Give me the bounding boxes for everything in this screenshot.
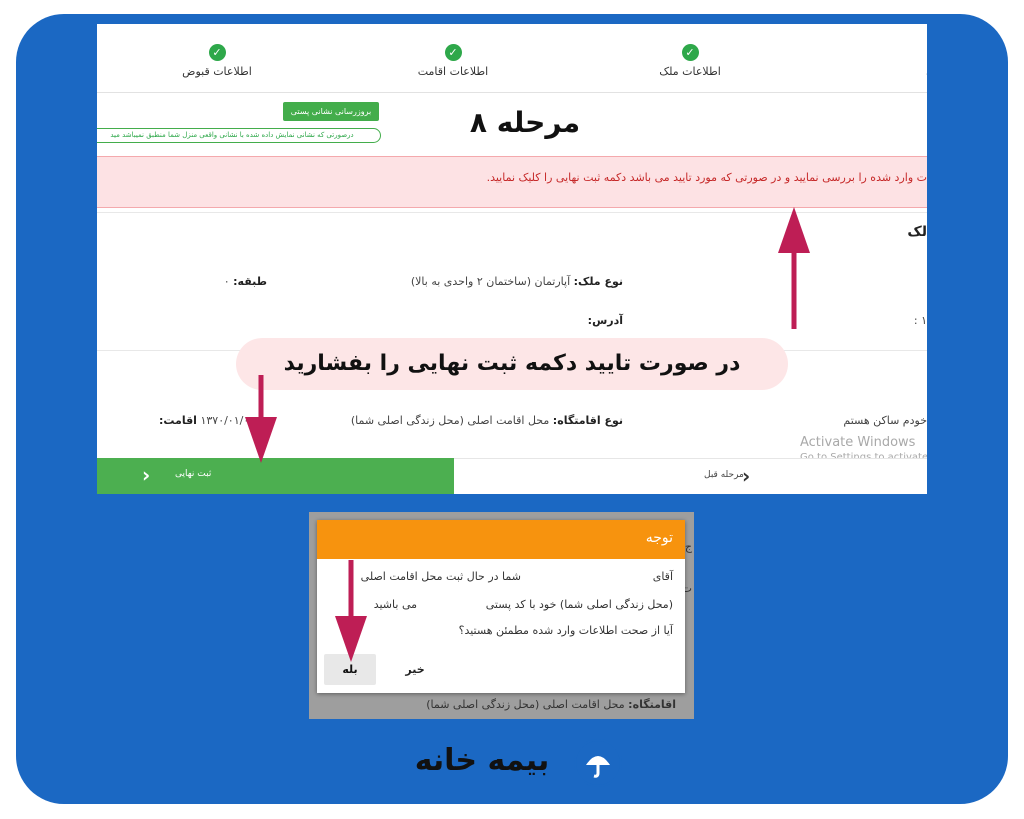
property-type-value: آپارتمان (ساختمان ۲ واحدی به بالا) <box>410 275 571 288</box>
previous-step-button[interactable]: مرحله قبل ‹ <box>454 458 927 494</box>
floor-value: ۰ <box>223 275 230 288</box>
cut-value: ۱ : <box>913 314 927 327</box>
residence-type-label: نوع اقامتگاه: <box>552 414 623 427</box>
property-type-label: نوع ملک: <box>573 275 623 288</box>
review-alert: ت وارد شده را بررسی نمایید و در صورتی که… <box>97 156 927 208</box>
step-title: مرحله ۸ <box>469 106 581 139</box>
dialog-text: آقای <box>652 570 673 583</box>
alert-text: ت وارد شده را بررسی نمایید و در صورتی که… <box>486 171 927 184</box>
progress-stepper: ✓ اطلاعات قبوض ✓ اطلاعات اقامت ✓ اطلاعات… <box>97 24 927 93</box>
update-postal-address-button[interactable]: بروزرسانی نشانی پستی <box>283 102 379 121</box>
step-label: اطلاعات ملک <box>659 65 721 78</box>
dialog-header: توجه <box>317 520 685 559</box>
action-bar: ‹ ثبت نهایی مرحله قبل ‹ <box>97 458 927 494</box>
dialog-text: شما در حال ثبت محل اقامت اصلی <box>360 570 521 583</box>
property-type-field: نوع ملک: آپارتمان (ساختمان ۲ واحدی به با… <box>411 275 623 288</box>
background-text: ج <box>684 540 692 553</box>
residence-type-field: نوع اقامتگاه: محل اقامت اصلی (محل زندگی … <box>351 414 623 427</box>
step-residence[interactable]: ✓ اطلاعات اقامت <box>373 44 533 78</box>
postal-hint: درصورتی که نشانی نمایش داده شده با نشانی… <box>97 128 381 143</box>
no-button[interactable]: خیر <box>397 654 433 685</box>
previous-step-label: مرحله قبل <box>704 470 744 480</box>
arrow-down-icon <box>335 560 367 662</box>
residence-type-value: محل اقامت اصلی (محل زندگی اصلی شما) <box>350 414 550 427</box>
background-field-value: محل اقامت اصلی (محل زندگی اصلی شما) <box>426 698 625 711</box>
arrow-down-icon <box>245 375 277 463</box>
umbrella-logo-icon <box>574 739 622 787</box>
owner-text: خودم ساکن هستم <box>843 414 927 427</box>
floor-field: طبقه: ۰ <box>224 275 267 288</box>
floor-label: طبقه: <box>233 275 267 288</box>
check-circle-icon: ✓ <box>208 44 226 61</box>
residence-date-field: ۱۳۷۰/۰۱/۰۱ اقامت: <box>159 414 255 427</box>
step-label: ستی <box>857 65 927 78</box>
background-field-label: اقامتگاه: <box>628 698 676 711</box>
check-circle-icon: ✓ <box>681 44 699 61</box>
step-postal[interactable]: ✓ ستی <box>857 44 927 78</box>
dialog-text: می باشید <box>373 598 417 611</box>
address-field: آدرس: <box>588 314 623 327</box>
chevron-left-icon: ‹ <box>142 463 151 487</box>
dialog-title: توجه <box>645 530 673 546</box>
arrow-up-icon <box>778 207 810 329</box>
property-section-title: لک <box>907 224 927 240</box>
address-label: آدرس: <box>587 314 623 327</box>
activate-windows-watermark: Activate Windows <box>800 435 916 450</box>
dialog-question: آیا از صحت اطلاعات وارد شده مطمئن هستید؟ <box>458 624 673 637</box>
background-field: اقامتگاه: محل اقامت اصلی (محل زندگی اصلی… <box>426 698 676 711</box>
confirm-dialog: توجه آقای شما در حال ثبت محل اقامت اصلی … <box>317 520 685 693</box>
brand-logo: بیمه خانه <box>394 735 624 787</box>
step-property[interactable]: ✓ اطلاعات ملک <box>610 44 770 78</box>
final-submit-label: ثبت نهایی <box>175 469 212 479</box>
step-label: اطلاعات اقامت <box>417 65 489 78</box>
step-label: اطلاعات قبوض <box>182 65 252 78</box>
instruction-callout: در صورت تایید دکمه ثبت نهایی را بفشارید <box>236 338 788 390</box>
dialog-text: (محل زندگی اصلی شما) خود با کد پستی <box>485 598 673 611</box>
residence-date-label: اقامت: <box>159 414 197 427</box>
chevron-left-icon: ‹ <box>742 464 751 488</box>
check-circle-icon: ✓ <box>444 44 462 61</box>
brand-name: بیمه خانه <box>414 743 550 778</box>
step-bills[interactable]: ✓ اطلاعات قبوض <box>137 44 297 78</box>
